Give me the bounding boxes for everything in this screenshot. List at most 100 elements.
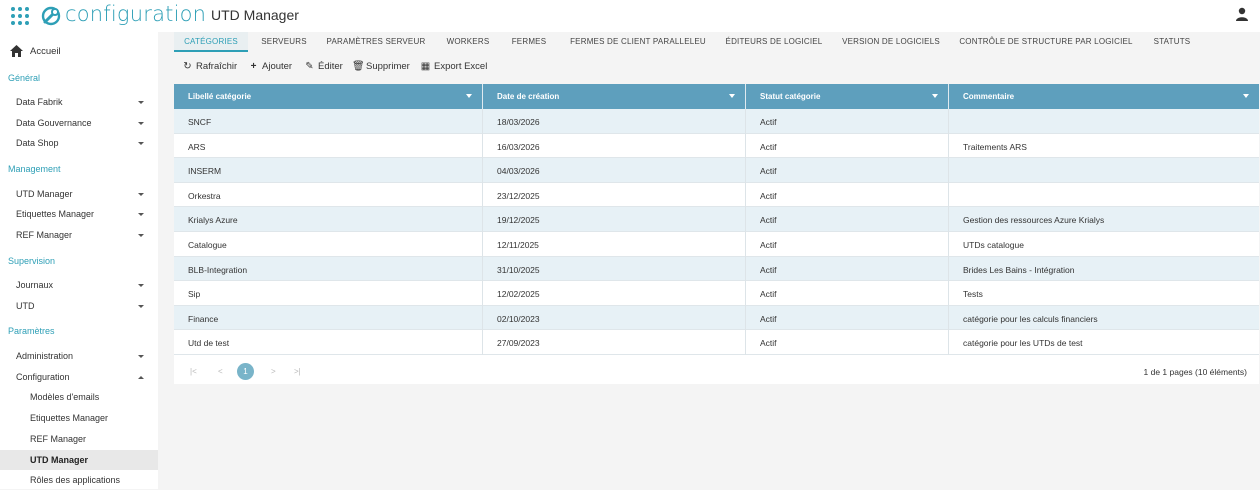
cell-date-text: 02/10/2023	[497, 313, 540, 324]
cell-commentaire-text: Traitements ARS	[963, 141, 1027, 152]
tab-controle-structure[interactable]: CONTRÔLE DE STRUCTURE PAR LOGICIEL	[956, 32, 1136, 52]
sidebar-item-configuration[interactable]: Configuration	[0, 367, 158, 387]
tab-parametres-serveur[interactable]: PARAMÈTRES SERVEUR	[322, 32, 430, 52]
refresh-icon: ↻	[183, 61, 192, 72]
cell-statut: Actif	[746, 305, 949, 331]
sidebar-item-label: UTD Manager	[16, 189, 73, 199]
table-row[interactable]: ARS 16/03/2026 Actif Traitements ARS	[174, 133, 1259, 159]
tab-editeurs-logiciel[interactable]: ÉDITEURS DE LOGICIEL	[722, 32, 826, 52]
cell-date: 27/09/2023	[483, 330, 746, 355]
sidebar-item-utd-manager[interactable]: UTD Manager	[0, 184, 158, 204]
sidebar-section-parametres: Paramètres	[8, 326, 55, 336]
dropdown-arrow-icon[interactable]	[1243, 94, 1249, 98]
column-header-commentaire[interactable]: Commentaire	[949, 84, 1259, 109]
cell-statut-text: Actif	[760, 117, 777, 127]
first-page-button[interactable]: |<	[190, 367, 197, 376]
sidebar-subitem-etiquettes-manager[interactable]: Etiquettes Manager	[0, 408, 158, 428]
cell-commentaire-text: Brides Les Bains - Intégration	[963, 264, 1075, 275]
sidebar-item-etiquettes-manager[interactable]: Etiquettes Manager	[0, 204, 158, 224]
column-header-date[interactable]: Date de création	[483, 84, 746, 109]
cell-libelle-text: ARS	[188, 141, 206, 152]
cell-statut: Actif	[746, 158, 949, 183]
table-row[interactable]: INSERM 04/03/2026 Actif	[174, 158, 1259, 183]
tab-serveurs[interactable]: SERVEURS	[254, 32, 314, 52]
sidebar-item-administration[interactable]: Administration	[0, 346, 158, 366]
sidebar-item-label: Modèles d'emails	[30, 392, 100, 402]
cell-libelle-text: Catalogue	[188, 240, 227, 250]
sidebar-item-data-shop[interactable]: Data Shop	[0, 133, 158, 153]
sidebar-item-home[interactable]: Accueil	[0, 42, 158, 62]
apps-grid-icon[interactable]	[11, 7, 29, 25]
table-row[interactable]: Sip 12/02/2025 Actif Tests	[174, 281, 1259, 306]
tab-version-logiciels[interactable]: VERSION DE LOGICIELS	[838, 32, 944, 52]
dropdown-arrow-icon[interactable]	[729, 94, 735, 98]
sidebar-section-general: Général	[8, 73, 41, 83]
cell-libelle-text: Finance	[188, 313, 219, 324]
prev-page-button[interactable]: <	[218, 367, 223, 376]
sidebar-item-label: Etiquettes Manager	[16, 209, 95, 219]
sidebar-item-utd[interactable]: UTD	[0, 296, 158, 316]
user-icon[interactable]	[1234, 6, 1250, 22]
cell-date-text: 31/10/2025	[497, 264, 540, 275]
edit-button[interactable]: ✎ Éditer	[304, 61, 343, 72]
column-header-statut[interactable]: Statut catégorie	[746, 84, 949, 109]
cell-commentaire	[949, 158, 1259, 183]
cell-libelle: SNCF	[174, 109, 483, 134]
tab-fermes-client-paralleleu[interactable]: FERMES DE CLIENT PARALLELEU	[564, 32, 712, 52]
app-brand: configuration	[65, 2, 207, 26]
cell-libelle: Krialys Azure	[174, 207, 483, 232]
sidebar-subitem-utd-manager[interactable]: UTD Manager	[0, 450, 158, 470]
sidebar-item-label: Accueil	[30, 46, 61, 57]
chevron-down-icon	[138, 193, 144, 196]
last-page-button[interactable]: >|	[294, 367, 301, 376]
table-row[interactable]: Catalogue 12/11/2025 Actif UTDs catalogue	[174, 232, 1259, 257]
current-page-button[interactable]: 1	[237, 363, 254, 380]
cell-libelle-text: Krialys Azure	[188, 215, 238, 226]
table-row[interactable]: Finance 02/10/2023 Actif catégorie pour les…	[174, 305, 1259, 331]
tab-statuts[interactable]: STATUTS	[1148, 32, 1196, 52]
tab-categories[interactable]: CATÉGORIES	[174, 32, 248, 52]
refresh-label: Rafraîchir	[196, 61, 238, 72]
cell-date: 02/10/2023	[483, 305, 746, 331]
sidebar-item-data-gouvernance[interactable]: Data Gouvernance	[0, 113, 158, 133]
add-button[interactable]: + Ajouter	[248, 61, 293, 72]
table-row[interactable]: BLB-Integration 31/10/2025 Actif Brides Les…	[174, 256, 1259, 282]
export-excel-button[interactable]: ▦ Export Excel	[420, 61, 488, 72]
refresh-button[interactable]: ↻ Rafraîchir	[182, 61, 237, 72]
dropdown-arrow-icon[interactable]	[466, 94, 472, 98]
top-bar: configuration UTD Manager	[0, 0, 1260, 32]
sidebar-item-label: Data Fabrik	[16, 97, 63, 107]
chevron-down-icon	[138, 101, 144, 104]
delete-button[interactable]: 🗑Supprimer	[352, 61, 410, 72]
cell-commentaire: Tests	[949, 281, 1259, 306]
table-row[interactable]: Utd de test 27/09/2023 Actif catégorie pour…	[174, 330, 1259, 355]
column-header-libelle[interactable]: Libellé catégorie	[174, 84, 483, 109]
sidebar-subitem-modeles-emails[interactable]: Modèles d'emails	[0, 387, 158, 407]
tab-fermes[interactable]: FERMES	[508, 32, 550, 52]
table-row[interactable]: Krialys Azure 19/12/2025 Actif Gestion des …	[174, 207, 1259, 232]
cell-date-text: 12/11/2025	[497, 240, 539, 250]
export-label: Export Excel	[434, 61, 488, 72]
table-row[interactable]: SNCF 18/03/2026 Actif	[174, 109, 1259, 134]
excel-icon: ▦	[420, 61, 431, 72]
tab-workers[interactable]: WORKERS	[442, 32, 494, 52]
sidebar-item-ref-manager[interactable]: REF Manager	[0, 225, 158, 245]
cell-date: 19/12/2025	[483, 207, 746, 232]
cell-date-text: 04/03/2026	[497, 166, 540, 177]
dropdown-arrow-icon[interactable]	[932, 94, 938, 98]
chevron-down-icon	[138, 234, 144, 237]
cell-date: 12/02/2025	[483, 281, 746, 306]
sidebar-item-journaux[interactable]: Journaux	[0, 275, 158, 295]
sidebar-item-label: Data Shop	[16, 138, 59, 148]
sidebar-subitem-roles-applications[interactable]: Rôles des applications	[0, 470, 158, 490]
next-page-button[interactable]: >	[271, 367, 276, 376]
cell-date-text: 18/03/2026	[497, 117, 540, 127]
cell-date: 23/12/2025	[483, 182, 746, 208]
sidebar-item-data-fabrik[interactable]: Data Fabrik	[0, 92, 158, 112]
pagination: |< < 1 > >| 1 de 1 pages (10 éléments)	[174, 359, 1259, 384]
sidebar-item-label: Etiquettes Manager	[30, 413, 109, 423]
sidebar-item-label: UTD	[16, 301, 35, 311]
sidebar-item-label: Configuration	[16, 372, 70, 382]
table-row[interactable]: Orkestra 23/12/2025 Actif	[174, 182, 1259, 208]
sidebar-subitem-ref-manager[interactable]: REF Manager	[0, 429, 158, 449]
